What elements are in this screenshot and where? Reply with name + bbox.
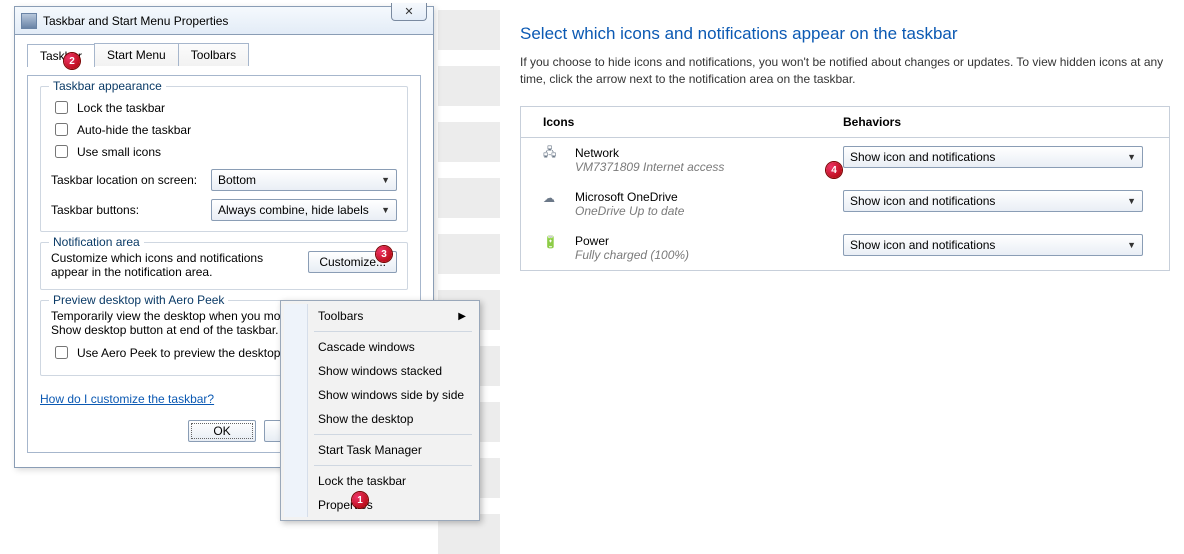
row-name: Microsoft OneDrive — [575, 190, 684, 204]
chevron-down-icon: ▼ — [381, 175, 390, 185]
menu-properties[interactable]: Properties — [284, 493, 476, 517]
menu-show-desktop[interactable]: Show the desktop — [284, 407, 476, 431]
combo-buttons-value: Always combine, hide labels — [218, 203, 369, 217]
row-name: Network — [575, 146, 724, 160]
menu-toolbars[interactable]: Toolbars ▶ — [284, 304, 476, 328]
combo-value: Show icon and notifications — [850, 194, 995, 208]
combo-location[interactable]: Bottom ▼ — [211, 169, 397, 191]
menu-cascade[interactable]: Cascade windows — [284, 335, 476, 359]
step-badge-1: 1 — [352, 492, 368, 508]
battery-icon: 🔋 — [543, 234, 563, 250]
menu-sidebyside[interactable]: Show windows side by side — [284, 383, 476, 407]
combo-behavior-power[interactable]: Show icon and notifications ▼ — [843, 234, 1143, 256]
combo-behavior-network[interactable]: Show icon and notifications ▼ — [843, 146, 1143, 168]
legend-notification: Notification area — [49, 235, 144, 249]
chevron-down-icon: ▼ — [1127, 240, 1136, 250]
notification-desc: Customize which icons and notifications … — [51, 251, 298, 279]
window-title: Taskbar and Start Menu Properties — [43, 14, 427, 28]
taskbar-context-menu: Toolbars ▶ Cascade windows Show windows s… — [280, 300, 480, 521]
tab-taskbar[interactable]: Taskbar — [27, 44, 95, 67]
row-subtitle: OneDrive Up to date — [575, 204, 684, 218]
chk-autohide-label: Auto-hide the taskbar — [77, 123, 191, 137]
row-subtitle: Fully charged (100%) — [575, 248, 689, 262]
chk-lock-taskbar[interactable]: Lock the taskbar — [51, 98, 397, 117]
group-notification-area: Notification area Customize which icons … — [40, 242, 408, 290]
menu-separator — [314, 434, 472, 435]
chk-lock-label: Lock the taskbar — [77, 101, 165, 115]
submenu-arrow-icon: ▶ — [458, 311, 466, 322]
help-link[interactable]: How do I customize the taskbar? — [40, 392, 214, 406]
row-name: Power — [575, 234, 689, 248]
titlebar[interactable]: Taskbar and Start Menu Properties ✕ — [15, 7, 433, 35]
panel-subtext: If you choose to hide icons and notifica… — [520, 54, 1170, 88]
table-row: 🖧 Network VM7371809 Internet access Show… — [521, 138, 1169, 182]
chk-aero-input[interactable] — [55, 346, 68, 359]
label-location: Taskbar location on screen: — [51, 173, 211, 187]
group-appearance: Taskbar appearance Lock the taskbar Auto… — [40, 86, 408, 232]
step-badge-3: 3 — [376, 246, 392, 262]
table-row: ☁ Microsoft OneDrive OneDrive Up to date… — [521, 182, 1169, 226]
row-subtitle: VM7371809 Internet access — [575, 160, 724, 174]
combo-location-value: Bottom — [218, 173, 256, 187]
legend-appearance: Taskbar appearance — [49, 79, 166, 93]
close-button[interactable]: ✕ — [391, 3, 427, 21]
notification-icons-panel: Select which icons and notifications app… — [520, 24, 1170, 271]
chevron-down-icon: ▼ — [1127, 152, 1136, 162]
network-icon: 🖧 — [543, 146, 563, 162]
tab-strip: Taskbar Start Menu Toolbars — [27, 43, 421, 66]
col-header-behaviors: Behaviors — [843, 115, 1147, 129]
app-icon — [21, 13, 37, 29]
close-icon: ✕ — [404, 5, 413, 18]
chk-autohide-input[interactable] — [55, 123, 68, 136]
tab-start-menu[interactable]: Start Menu — [94, 43, 179, 66]
chevron-down-icon: ▼ — [381, 205, 390, 215]
menu-separator — [314, 331, 472, 332]
combo-behavior-onedrive[interactable]: Show icon and notifications ▼ — [843, 190, 1143, 212]
label-buttons: Taskbar buttons: — [51, 203, 211, 217]
step-badge-2: 2 — [64, 53, 80, 69]
menu-task-manager-label: Start Task Manager — [318, 443, 422, 457]
menu-show-desktop-label: Show the desktop — [318, 412, 413, 426]
step-badge-4: 4 — [826, 162, 842, 178]
menu-sidebyside-label: Show windows side by side — [318, 388, 464, 402]
chevron-down-icon: ▼ — [1127, 196, 1136, 206]
chk-autohide[interactable]: Auto-hide the taskbar — [51, 120, 397, 139]
menu-stacked-label: Show windows stacked — [318, 364, 442, 378]
menu-task-manager[interactable]: Start Task Manager — [284, 438, 476, 462]
menu-lock-label: Lock the taskbar — [318, 474, 406, 488]
combo-value: Show icon and notifications — [850, 238, 995, 252]
table-header: Icons Behaviors — [521, 107, 1169, 138]
chk-small-input[interactable] — [55, 145, 68, 158]
menu-stacked[interactable]: Show windows stacked — [284, 359, 476, 383]
chk-aero-label: Use Aero Peek to preview the desktop — [77, 346, 280, 360]
chk-lock-input[interactable] — [55, 101, 68, 114]
combo-value: Show icon and notifications — [850, 150, 995, 164]
menu-lock-taskbar[interactable]: Lock the taskbar — [284, 469, 476, 493]
menu-toolbars-label: Toolbars — [318, 309, 363, 323]
tab-toolbars[interactable]: Toolbars — [178, 43, 249, 66]
cloud-icon: ☁ — [543, 190, 563, 206]
chk-small-label: Use small icons — [77, 145, 161, 159]
panel-heading: Select which icons and notifications app… — [520, 24, 1170, 44]
menu-separator — [314, 465, 472, 466]
chk-small-icons[interactable]: Use small icons — [51, 142, 397, 161]
icons-table: Icons Behaviors 🖧 Network VM7371809 Inte… — [520, 106, 1170, 271]
col-header-icons: Icons — [543, 115, 843, 129]
menu-cascade-label: Cascade windows — [318, 340, 415, 354]
legend-aero: Preview desktop with Aero Peek — [49, 293, 228, 307]
ok-button[interactable]: OK — [188, 420, 256, 442]
combo-buttons[interactable]: Always combine, hide labels ▼ — [211, 199, 397, 221]
table-row: 🔋 Power Fully charged (100%) Show icon a… — [521, 226, 1169, 270]
